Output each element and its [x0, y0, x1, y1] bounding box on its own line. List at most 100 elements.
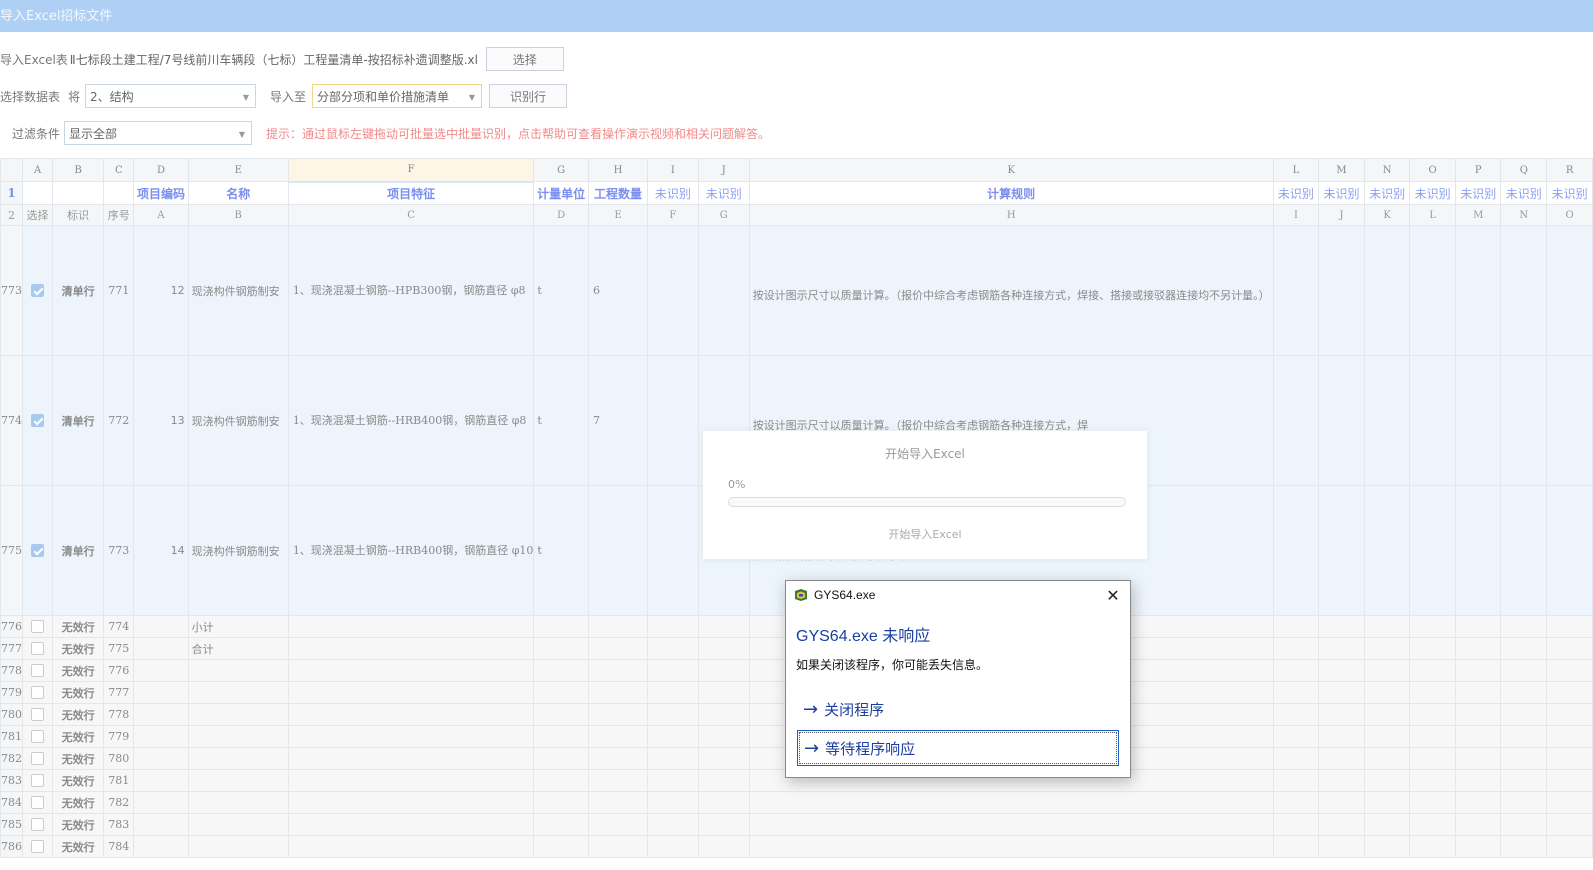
- column-header[interactable]: C: [103, 158, 135, 182]
- row-seq: 778: [103, 703, 135, 726]
- empty-cell: [1363, 615, 1411, 638]
- select-cell[interactable]: [21, 835, 54, 858]
- column-header[interactable]: R: [1546, 158, 1593, 182]
- row-flag[interactable]: 无效行: [52, 725, 105, 748]
- corner-cell[interactable]: [0, 158, 23, 182]
- row-flag[interactable]: 无效行: [52, 615, 105, 638]
- checkbox-checked[interactable]: [31, 284, 45, 298]
- table-row[interactable]: 773 清单行 771 12 现浇构件钢筋制安 1、现浇混凝土钢筋--HPB300钢，钢筋…: [0, 225, 1593, 356]
- mapping-cell[interactable]: 未识别: [646, 181, 699, 205]
- checkbox-checked[interactable]: [31, 544, 45, 558]
- column-header[interactable]: A: [21, 158, 54, 182]
- mapping-cell[interactable]: 未识别: [1318, 181, 1365, 205]
- import-to-select[interactable]: 分部分项和单价措施清单 ▼: [312, 84, 483, 108]
- checkbox-unchecked[interactable]: [31, 664, 45, 678]
- checkbox-checked[interactable]: [31, 414, 45, 428]
- filter-select[interactable]: 显示全部 ▼: [64, 121, 253, 145]
- select-cell[interactable]: [21, 485, 54, 616]
- mapping-cell[interactable]: 未识别: [1454, 181, 1502, 205]
- close-icon[interactable]: ✕: [1102, 585, 1124, 607]
- select-cell[interactable]: [21, 725, 54, 748]
- column-header[interactable]: O: [1409, 158, 1456, 182]
- table-row[interactable]: 785 无效行 783: [0, 813, 1593, 836]
- mapping-cell[interactable]: 工程数量: [587, 181, 648, 205]
- row-flag[interactable]: 无效行: [52, 637, 105, 660]
- select-cell[interactable]: [21, 637, 54, 660]
- column-header[interactable]: D: [133, 158, 189, 182]
- column-header[interactable]: B: [52, 158, 105, 182]
- column-header[interactable]: Q: [1500, 158, 1548, 182]
- select-cell[interactable]: [21, 355, 54, 486]
- mapping-cell[interactable]: 未识别: [1272, 181, 1320, 205]
- mapping-cell[interactable]: [21, 181, 54, 205]
- not-responding-dialog: GYS64.exe ✕ GYS64.exe 未响应 如果关闭该程序，你可能丢失信…: [785, 580, 1131, 778]
- mapping-cell[interactable]: 项目编码: [133, 181, 189, 205]
- column-header[interactable]: N: [1363, 158, 1411, 182]
- checkbox-unchecked[interactable]: [31, 730, 45, 744]
- mapping-cell[interactable]: 未识别: [1500, 181, 1548, 205]
- row-flag[interactable]: 清单行: [52, 355, 105, 486]
- column-header[interactable]: M: [1318, 158, 1365, 182]
- checkbox-unchecked[interactable]: [31, 818, 45, 832]
- mapping-cell[interactable]: [103, 181, 135, 205]
- column-header[interactable]: F: [287, 158, 535, 183]
- checkbox-unchecked[interactable]: [31, 642, 45, 656]
- row-flag[interactable]: 无效行: [52, 703, 105, 726]
- excel-path-field[interactable]: Ⅱ七标段土建工程/7号线前川车辆段（七标）工程量清单-按招标补遗调整版.xlsx: [67, 47, 478, 71]
- checkbox-unchecked[interactable]: [31, 752, 45, 766]
- row-flag[interactable]: 清单行: [52, 485, 105, 616]
- close-program-option[interactable]: → 关闭程序: [797, 691, 1119, 727]
- identify-rows-button[interactable]: 识别行: [489, 84, 568, 108]
- select-cell[interactable]: [21, 681, 54, 704]
- empty-cell: [1272, 681, 1320, 704]
- mapping-cell[interactable]: 计算规则: [748, 181, 1274, 205]
- row-flag[interactable]: 无效行: [52, 681, 105, 704]
- column-header[interactable]: J: [697, 158, 750, 182]
- row-flag[interactable]: 无效行: [52, 659, 105, 682]
- row-flag[interactable]: 无效行: [52, 835, 105, 858]
- checkbox-unchecked[interactable]: [31, 774, 45, 788]
- column-header[interactable]: G: [533, 158, 589, 182]
- mapping-cell[interactable]: 未识别: [1546, 181, 1593, 205]
- progress-bar: [728, 497, 1126, 507]
- checkbox-unchecked[interactable]: [31, 686, 45, 700]
- mapping-cell[interactable]: [52, 181, 105, 205]
- empty-cell: [1500, 791, 1548, 814]
- select-cell[interactable]: [21, 769, 54, 792]
- checkbox-unchecked[interactable]: [31, 708, 45, 722]
- row-flag[interactable]: 无效行: [52, 813, 105, 836]
- sheet-select[interactable]: 2、结构 ▼: [85, 84, 257, 108]
- select-cell[interactable]: [21, 703, 54, 726]
- mapping-cell[interactable]: 项目特征: [287, 181, 535, 205]
- checkbox-unchecked[interactable]: [31, 840, 45, 854]
- select-cell[interactable]: [21, 747, 54, 770]
- mapping-cell[interactable]: 未识别: [697, 181, 750, 205]
- select-cell[interactable]: [21, 225, 54, 356]
- row-number: 773: [0, 225, 23, 356]
- wait-program-option[interactable]: → 等待程序响应: [797, 730, 1119, 766]
- choose-file-button[interactable]: 选择: [485, 47, 564, 71]
- row-flag[interactable]: 无效行: [52, 747, 105, 770]
- column-header[interactable]: E: [187, 158, 289, 182]
- column-header[interactable]: I: [646, 158, 699, 182]
- select-cell[interactable]: [21, 791, 54, 814]
- row-flag[interactable]: 无效行: [52, 791, 105, 814]
- column-header[interactable]: P: [1454, 158, 1502, 182]
- mapping-cell[interactable]: 未识别: [1363, 181, 1411, 205]
- select-cell[interactable]: [21, 659, 54, 682]
- row-flag[interactable]: 清单行: [52, 225, 105, 356]
- row-flag[interactable]: 无效行: [52, 769, 105, 792]
- checkbox-unchecked[interactable]: [31, 796, 45, 810]
- mapping-cell[interactable]: 未识别: [1409, 181, 1456, 205]
- select-cell[interactable]: [21, 615, 54, 638]
- column-header[interactable]: H: [587, 158, 648, 182]
- checkbox-unchecked[interactable]: [31, 620, 45, 634]
- table-row[interactable]: 786 无效行 784: [0, 835, 1593, 858]
- select-cell[interactable]: [21, 813, 54, 836]
- column-header[interactable]: K: [748, 158, 1274, 182]
- mapping-cell[interactable]: 计量单位: [533, 181, 589, 205]
- column-header[interactable]: L: [1272, 158, 1320, 182]
- mapping-cell[interactable]: 名称: [187, 181, 289, 205]
- empty-cell: [646, 791, 699, 814]
- table-row[interactable]: 784 无效行 782: [0, 791, 1593, 814]
